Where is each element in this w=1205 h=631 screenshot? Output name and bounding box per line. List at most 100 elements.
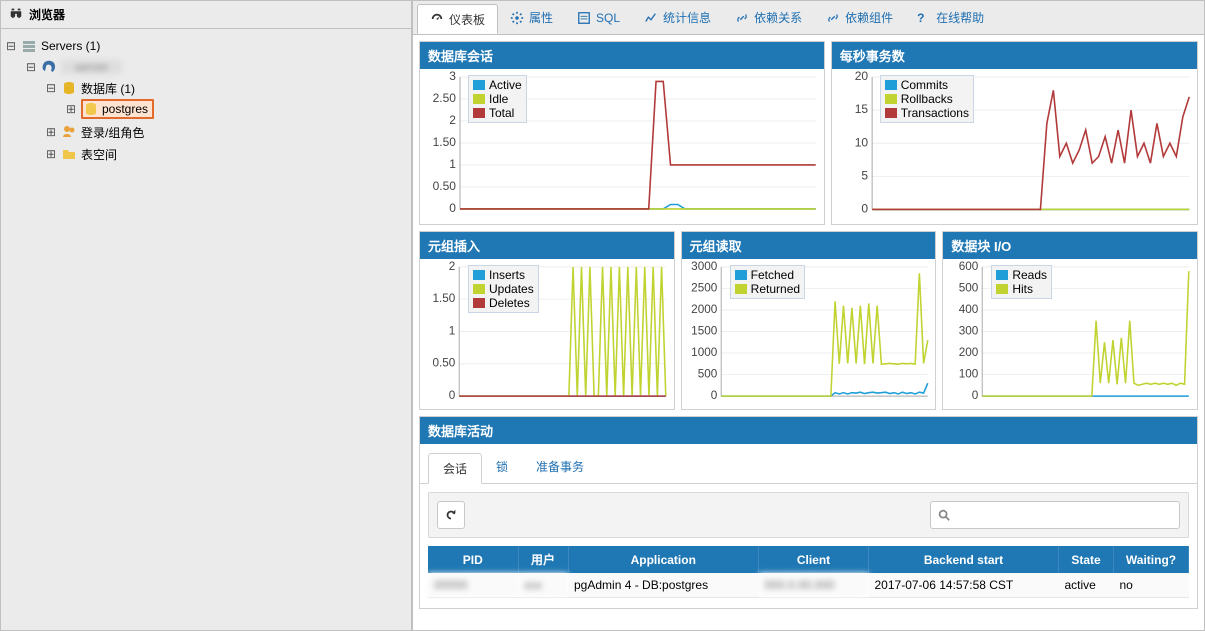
tree-toggle[interactable]: ⊟ (45, 82, 57, 94)
tree-toggle[interactable]: ⊞ (45, 148, 57, 160)
tab-dependents[interactable]: 依赖组件 (814, 1, 905, 34)
server-group-label[interactable]: Servers (1) (41, 39, 100, 53)
browser-panel-title: 浏览器 (29, 6, 65, 23)
sessions-card-title: 数据库会话 (420, 42, 824, 69)
server-label[interactable]: server (61, 60, 122, 74)
gear-icon (510, 11, 524, 25)
roles-icon (61, 124, 77, 140)
object-tree[interactable]: ⊟ Servers (1) ⊟ server ⊟ (1, 29, 411, 630)
browser-panel-header: 浏览器 (1, 1, 411, 29)
svg-text:0: 0 (972, 389, 979, 402)
chart-icon (644, 11, 658, 25)
activity-search[interactable] (930, 501, 1180, 529)
sql-icon (577, 11, 591, 25)
tins-chart: 00.5011.502 Inserts Updates Deletes (422, 261, 672, 408)
subtab-prepared[interactable]: 准备事务 (522, 452, 598, 483)
tout-card-title: 元组读取 (682, 232, 936, 259)
server-group-icon (21, 38, 37, 54)
tins-card-title: 元组插入 (420, 232, 674, 259)
search-input[interactable] (930, 501, 1180, 529)
tab-dashboard[interactable]: 仪表板 (417, 4, 498, 34)
tab-dashboard-label: 仪表板 (449, 11, 485, 28)
tins-legend: Inserts Updates Deletes (468, 265, 539, 313)
tab-sql[interactable]: SQL (565, 1, 632, 34)
col-pid[interactable]: PID (428, 546, 518, 573)
tab-dependencies[interactable]: 依赖关系 (723, 1, 814, 34)
activity-table: PID 用户 Application Client Backend start … (428, 546, 1189, 598)
tps-card-title: 每秒事务数 (832, 42, 1197, 69)
svg-text:300: 300 (959, 324, 979, 337)
svg-text:400: 400 (959, 302, 979, 315)
col-backend[interactable]: Backend start (869, 546, 1059, 573)
svg-text:500: 500 (697, 367, 717, 380)
sessions-legend: Active Idle Total (468, 75, 527, 123)
selected-database-node[interactable]: postgres (81, 99, 154, 119)
tab-stats-label: 统计信息 (663, 9, 711, 26)
col-app[interactable]: Application (568, 546, 759, 573)
activity-subtabs: 会话 锁 准备事务 (420, 444, 1197, 484)
svg-text:2: 2 (449, 261, 456, 273)
elephant-icon (41, 59, 57, 75)
tree-toggle[interactable]: ⊟ (5, 40, 17, 52)
database-icon (83, 101, 99, 117)
dashboard-icon (430, 12, 444, 26)
svg-text:0: 0 (861, 201, 868, 215)
col-user[interactable]: 用户 (518, 546, 568, 573)
svg-text:20: 20 (854, 71, 868, 83)
bio-legend: Reads Hits (991, 265, 1052, 299)
help-icon: ? (917, 11, 931, 25)
roles-label[interactable]: 登录/组角色 (81, 124, 144, 141)
tree-toggle[interactable]: ⊟ (25, 61, 37, 73)
svg-text:0: 0 (449, 389, 456, 402)
col-state[interactable]: State (1059, 546, 1114, 573)
svg-text:0: 0 (449, 201, 456, 215)
svg-text:1.50: 1.50 (433, 135, 457, 149)
tablespaces-label[interactable]: 表空间 (81, 146, 117, 163)
databases-label[interactable]: 数据库 (1) (81, 80, 135, 97)
tree-toggle[interactable]: ⊞ (45, 126, 57, 138)
svg-text:3000: 3000 (691, 261, 718, 273)
svg-text:600: 600 (959, 261, 979, 273)
svg-text:15: 15 (854, 102, 868, 116)
col-waiting[interactable]: Waiting? (1114, 546, 1189, 573)
subtab-locks[interactable]: 锁 (482, 452, 522, 483)
refresh-button[interactable] (437, 501, 465, 529)
activity-title: 数据库活动 (420, 417, 1197, 444)
col-client[interactable]: Client (759, 546, 869, 573)
svg-text:1000: 1000 (691, 346, 718, 359)
svg-text:2500: 2500 (691, 281, 718, 294)
svg-text:0: 0 (710, 389, 717, 402)
tree-toggle[interactable]: ⊞ (65, 103, 77, 115)
svg-text:5: 5 (861, 168, 868, 182)
svg-text:1.50: 1.50 (432, 292, 455, 305)
svg-text:1: 1 (449, 324, 456, 337)
table-row[interactable]: 00000 xxx pgAdmin 4 - DB:postgres 000.0.… (428, 573, 1189, 598)
svg-text:200: 200 (959, 346, 979, 359)
tablespace-icon (61, 146, 77, 162)
tab-properties-label: 属性 (529, 9, 553, 26)
tab-stats[interactable]: 统计信息 (632, 1, 723, 34)
bio-chart: 0100200300400500600 Reads Hits (945, 261, 1195, 408)
svg-text:500: 500 (959, 281, 979, 294)
tab-sql-label: SQL (596, 11, 620, 25)
svg-text:2000: 2000 (691, 302, 718, 315)
tout-legend: Fetched Returned (730, 265, 805, 299)
tps-legend: Commits Rollbacks Transactions (880, 75, 974, 123)
tab-properties[interactable]: 属性 (498, 1, 565, 34)
tab-help[interactable]: ? 在线帮助 (905, 1, 996, 34)
svg-text:2: 2 (449, 113, 456, 127)
tab-help-label: 在线帮助 (936, 9, 984, 26)
svg-text:1500: 1500 (691, 324, 718, 337)
svg-text:0.50: 0.50 (433, 179, 457, 193)
svg-text:10: 10 (854, 135, 868, 149)
subtab-sessions[interactable]: 会话 (428, 453, 482, 484)
bio-card-title: 数据块 I/O (943, 232, 1197, 259)
link-icon (735, 11, 749, 25)
binoculars-icon (9, 6, 23, 23)
svg-text:3: 3 (449, 71, 456, 83)
database-label: postgres (102, 102, 148, 116)
sessions-chart: 00.5011.5022.503 Active Idle Total (422, 71, 822, 221)
database-group-icon (61, 80, 77, 96)
link2-icon (826, 11, 840, 25)
svg-text:1: 1 (449, 157, 456, 171)
